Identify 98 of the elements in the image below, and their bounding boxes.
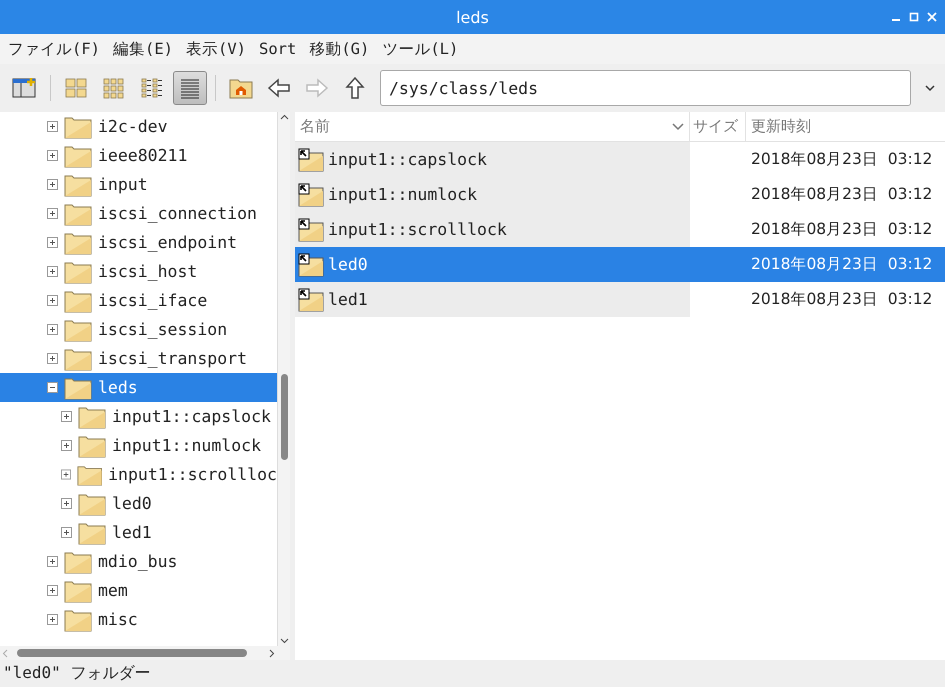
back-arrow-icon xyxy=(267,77,291,99)
folder-icon xyxy=(64,172,92,196)
tree-item[interactable]: iscsi_host xyxy=(0,257,277,286)
menu-item[interactable]: ファイル(F) xyxy=(8,38,100,60)
large-icons-view-icon xyxy=(64,76,88,100)
compact-list-view-icon xyxy=(140,76,164,100)
folder-icon xyxy=(64,202,92,226)
sort-caret-icon xyxy=(672,122,684,130)
expand-icon[interactable] xyxy=(61,498,72,509)
folder-icon xyxy=(78,404,106,428)
expand-icon[interactable] xyxy=(61,469,72,480)
close-icon[interactable] xyxy=(927,12,937,22)
path-field[interactable]: /sys/class/leds xyxy=(380,70,911,106)
folder-icon xyxy=(78,520,106,544)
detail-list-view-button[interactable] xyxy=(173,71,207,105)
modified-date: 2018年08月23日 03:12 xyxy=(751,149,932,170)
folder-shortcut-icon xyxy=(298,182,324,206)
tree-item[interactable]: iscsi_transport xyxy=(0,344,277,373)
grid-view-icon xyxy=(102,76,126,100)
file-name: led1 xyxy=(328,290,368,309)
expand-icon[interactable] xyxy=(47,208,58,219)
file-name: led0 xyxy=(328,255,368,274)
file-name: input1::scrolllock xyxy=(328,220,507,239)
expand-icon[interactable] xyxy=(47,237,58,248)
maximize-icon[interactable] xyxy=(909,12,919,22)
folder-icon xyxy=(64,288,92,312)
column-header[interactable]: 更新時刻 xyxy=(746,112,941,141)
expand-icon[interactable] xyxy=(47,150,58,161)
horizontal-scrollbar[interactable] xyxy=(0,646,290,660)
modified-date: 2018年08月23日 03:12 xyxy=(751,254,932,275)
folder-icon xyxy=(64,260,92,284)
scrollbar-thumb[interactable] xyxy=(281,374,288,460)
modified-date: 2018年08月23日 03:12 xyxy=(751,184,932,205)
tree-item[interactable]: leds xyxy=(0,373,277,402)
folder-icon xyxy=(78,434,106,458)
file-name: input1::capslock xyxy=(328,150,487,169)
vertical-scrollbar[interactable] xyxy=(277,112,290,646)
expand-icon[interactable] xyxy=(47,324,58,335)
tree-item[interactable]: input xyxy=(0,170,277,199)
folder-icon xyxy=(64,318,92,342)
expand-icon[interactable] xyxy=(61,440,72,451)
expand-icon[interactable] xyxy=(47,179,58,190)
tree-item[interactable]: iscsi_endpoint xyxy=(0,228,277,257)
window-title: leds xyxy=(456,8,489,26)
expand-icon[interactable] xyxy=(47,614,58,625)
scrollbar-thumb[interactable] xyxy=(17,649,247,657)
tree-item[interactable]: led1 xyxy=(0,518,277,547)
forward-arrow-icon xyxy=(305,77,329,99)
folder-shortcut-icon xyxy=(298,252,324,276)
expand-icon[interactable] xyxy=(47,556,58,567)
tree-item[interactable]: mem xyxy=(0,576,277,605)
folder-icon xyxy=(64,346,92,370)
expand-icon[interactable] xyxy=(47,585,58,596)
column-header[interactable]: 名前 xyxy=(295,112,690,141)
expand-icon[interactable] xyxy=(47,266,58,277)
tree-item[interactable]: i2c-dev xyxy=(0,112,277,141)
up-arrow-icon xyxy=(344,76,366,100)
file-name: input1::numlock xyxy=(328,185,478,204)
column-header[interactable]: サイズ xyxy=(690,112,746,141)
modified-date: 2018年08月23日 03:12 xyxy=(751,289,932,310)
new-window-icon xyxy=(12,77,38,99)
tree-item[interactable]: iscsi_session xyxy=(0,315,277,344)
menu-item[interactable]: ツール(L) xyxy=(382,38,458,60)
tree-item[interactable]: ieee80211 xyxy=(0,141,277,170)
modified-date: 2018年08月23日 03:12 xyxy=(751,219,932,240)
tree-item[interactable]: input1::numlock xyxy=(0,431,277,460)
tree-item[interactable]: misc xyxy=(0,605,277,634)
collapse-icon[interactable] xyxy=(47,382,58,393)
folder-shortcut-icon xyxy=(298,288,324,312)
status-text: "led0" フォルダー xyxy=(2,662,152,684)
dropdown-caret-icon[interactable] xyxy=(923,83,937,93)
file-row[interactable]: led0 2018年08月23日 03:12 xyxy=(295,247,945,282)
tree-item[interactable]: input1::capslock xyxy=(0,402,277,431)
folder-shortcut-icon xyxy=(298,218,324,242)
menu-item[interactable]: 移動(G) xyxy=(309,38,370,60)
folder-icon xyxy=(64,144,92,168)
expand-icon[interactable] xyxy=(47,295,58,306)
folder-icon xyxy=(64,230,92,254)
menu-item[interactable]: Sort xyxy=(259,40,296,58)
expand-icon[interactable] xyxy=(61,411,72,422)
folder-icon xyxy=(64,376,92,400)
folder-icon xyxy=(64,578,92,602)
expand-icon[interactable] xyxy=(47,121,58,132)
expand-icon[interactable] xyxy=(61,527,72,538)
expand-icon[interactable] xyxy=(47,353,58,364)
tree-item[interactable]: mdio_bus xyxy=(0,547,277,576)
folder-shortcut-icon xyxy=(298,148,324,172)
folder-icon xyxy=(64,550,92,574)
folder-icon xyxy=(78,492,106,516)
menu-item[interactable]: 表示(V) xyxy=(186,38,246,60)
tree-item[interactable]: iscsi_connection xyxy=(0,199,277,228)
tree-item[interactable]: input1::scrollloc xyxy=(0,460,277,489)
home-folder-icon xyxy=(229,77,253,99)
folder-icon xyxy=(64,608,92,632)
tree-item[interactable]: iscsi_iface xyxy=(0,286,277,315)
tree-item[interactable]: led0 xyxy=(0,489,277,518)
folder-icon xyxy=(64,114,92,138)
menu-item[interactable]: 編集(E) xyxy=(113,38,173,60)
